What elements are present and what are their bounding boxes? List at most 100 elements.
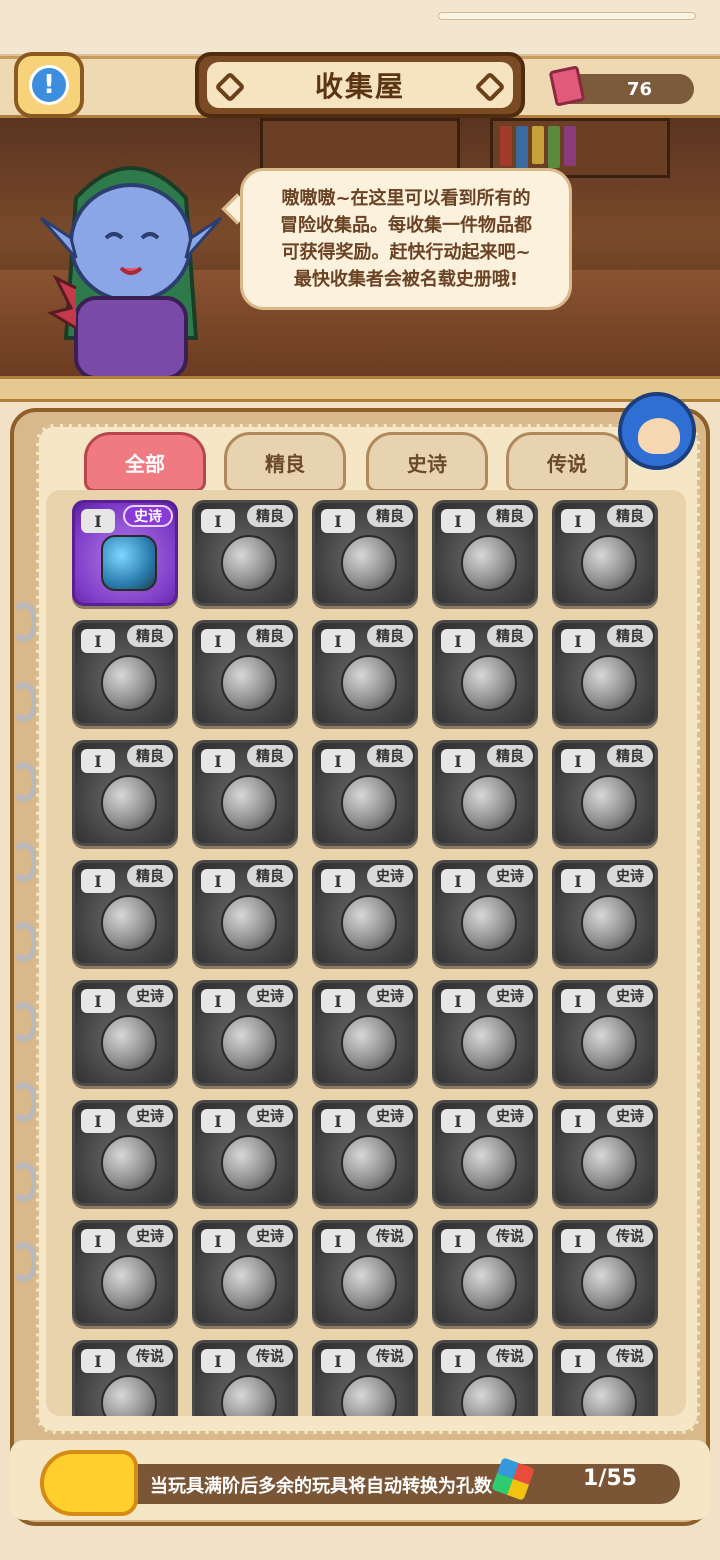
collection-item[interactable]: I 史诗 — [72, 980, 178, 1086]
collection-item[interactable]: I 传说 — [552, 1340, 658, 1416]
collection-item[interactable]: I 史诗 — [552, 860, 658, 966]
item-level-badge: I — [441, 1109, 475, 1133]
item-level-badge: I — [561, 749, 595, 773]
collection-progress: 1/55 — [583, 1466, 637, 1491]
collection-item[interactable]: I 精良 — [72, 620, 178, 726]
collection-item[interactable]: I 传说 — [312, 1340, 418, 1416]
item-art-icon — [581, 1015, 637, 1071]
item-rarity-badge: 精良 — [247, 505, 293, 527]
item-rarity-badge: 史诗 — [123, 505, 173, 527]
player-avatar[interactable] — [618, 392, 696, 470]
collection-item[interactable]: I 传说 — [72, 1340, 178, 1416]
exclamation-icon: ! — [29, 65, 69, 105]
goblin-guide-character — [39, 166, 223, 378]
item-rarity-badge: 精良 — [367, 745, 413, 767]
collection-item[interactable]: I 精良 — [312, 500, 418, 606]
info-button[interactable]: ! — [14, 52, 84, 118]
collection-item[interactable]: I 传说 — [432, 1340, 538, 1416]
collection-item[interactable]: I 史诗 — [72, 1100, 178, 1206]
item-rarity-badge: 精良 — [367, 505, 413, 527]
collection-item[interactable]: I 精良 — [192, 860, 298, 966]
item-art-icon — [581, 1135, 637, 1191]
item-level-badge: I — [201, 1229, 235, 1253]
item-level-badge: I — [561, 629, 595, 653]
collection-item[interactable]: I 史诗 — [312, 980, 418, 1086]
tab-legendary[interactable]: 传说 — [506, 432, 628, 492]
ring — [10, 1002, 38, 1042]
tab-epic[interactable]: 史诗 — [366, 432, 488, 492]
collection-item[interactable]: I 传说 — [192, 1340, 298, 1416]
collection-item[interactable]: I 传说 — [432, 1220, 538, 1326]
item-art-icon — [221, 1135, 277, 1191]
item-rarity-badge: 史诗 — [487, 865, 533, 887]
collection-item[interactable]: I 史诗 — [192, 1220, 298, 1326]
ring — [10, 682, 38, 722]
collection-item[interactable]: I 精良 — [192, 740, 298, 846]
collection-item[interactable]: I 史诗 — [552, 980, 658, 1086]
collection-item[interactable]: I 精良 — [312, 620, 418, 726]
collection-item[interactable]: I 史诗 — [432, 1100, 538, 1206]
item-art-icon — [101, 895, 157, 951]
collection-item[interactable]: I 史诗 — [312, 860, 418, 966]
collection-item[interactable]: I 史诗 — [192, 980, 298, 1086]
collection-item[interactable]: I 传说 — [552, 1220, 658, 1326]
item-level-badge: I — [321, 989, 355, 1013]
item-level-badge: I — [441, 989, 475, 1013]
collection-item[interactable]: I 史诗 — [432, 980, 538, 1086]
item-level-badge: I — [81, 749, 115, 773]
item-level-badge: I — [81, 869, 115, 893]
item-rarity-badge: 史诗 — [367, 865, 413, 887]
item-level-badge: I — [561, 1109, 595, 1133]
item-rarity-badge: 史诗 — [607, 1105, 653, 1127]
item-rarity-badge: 史诗 — [247, 985, 293, 1007]
collection-item[interactable]: I 史诗 — [552, 1100, 658, 1206]
ring — [10, 1162, 38, 1202]
collection-item[interactable]: I 史诗 — [192, 1100, 298, 1206]
collection-item[interactable]: I 精良 — [192, 500, 298, 606]
item-rarity-badge: 精良 — [367, 625, 413, 647]
item-level-badge: I — [561, 1349, 595, 1373]
status-strip — [0, 0, 720, 56]
collection-item[interactable]: I 史诗 — [72, 1220, 178, 1326]
item-art-icon — [221, 655, 277, 711]
item-level-badge: I — [441, 1229, 475, 1253]
item-art-icon — [461, 1135, 517, 1191]
ring — [10, 602, 38, 642]
item-art-icon — [341, 535, 397, 591]
item-art-icon — [101, 655, 157, 711]
collection-item[interactable]: I 精良 — [432, 500, 538, 606]
item-art-icon — [221, 775, 277, 831]
collection-item[interactable]: I 史诗 — [312, 1100, 418, 1206]
tab-all[interactable]: 全部 — [84, 432, 206, 492]
item-level-badge: I — [201, 1109, 235, 1133]
item-art-icon — [461, 775, 517, 831]
collection-item[interactable]: I 精良 — [432, 740, 538, 846]
collection-item[interactable]: I 史诗 — [432, 860, 538, 966]
collection-item[interactable]: I 精良 — [552, 740, 658, 846]
collection-item[interactable]: I 传说 — [312, 1220, 418, 1326]
item-art-icon — [101, 1255, 157, 1311]
item-rarity-badge: 传说 — [487, 1225, 533, 1247]
collection-item[interactable]: I 精良 — [552, 500, 658, 606]
item-level-badge: I — [321, 509, 355, 533]
ring — [10, 1082, 38, 1122]
item-level-badge: I — [321, 749, 355, 773]
item-art-icon — [461, 655, 517, 711]
tab-fine[interactable]: 精良 — [224, 432, 346, 492]
collection-item[interactable]: I 精良 — [432, 620, 538, 726]
collection-item[interactable]: I 精良 — [312, 740, 418, 846]
item-level-badge: I — [441, 1349, 475, 1373]
collection-item[interactable]: I 精良 — [72, 860, 178, 966]
item-art-icon — [341, 1255, 397, 1311]
item-level-badge: I — [201, 1349, 235, 1373]
item-level-badge: I — [201, 989, 235, 1013]
collection-item[interactable]: I 精良 — [552, 620, 658, 726]
item-level-badge: I — [561, 989, 595, 1013]
item-art-icon — [341, 1135, 397, 1191]
collection-item[interactable]: I 史诗 — [72, 500, 178, 606]
collection-item[interactable]: I 精良 — [72, 740, 178, 846]
item-art-icon — [461, 1255, 517, 1311]
fish-bone-icon — [40, 1450, 138, 1516]
item-level-badge: I — [201, 509, 235, 533]
collection-item[interactable]: I 精良 — [192, 620, 298, 726]
